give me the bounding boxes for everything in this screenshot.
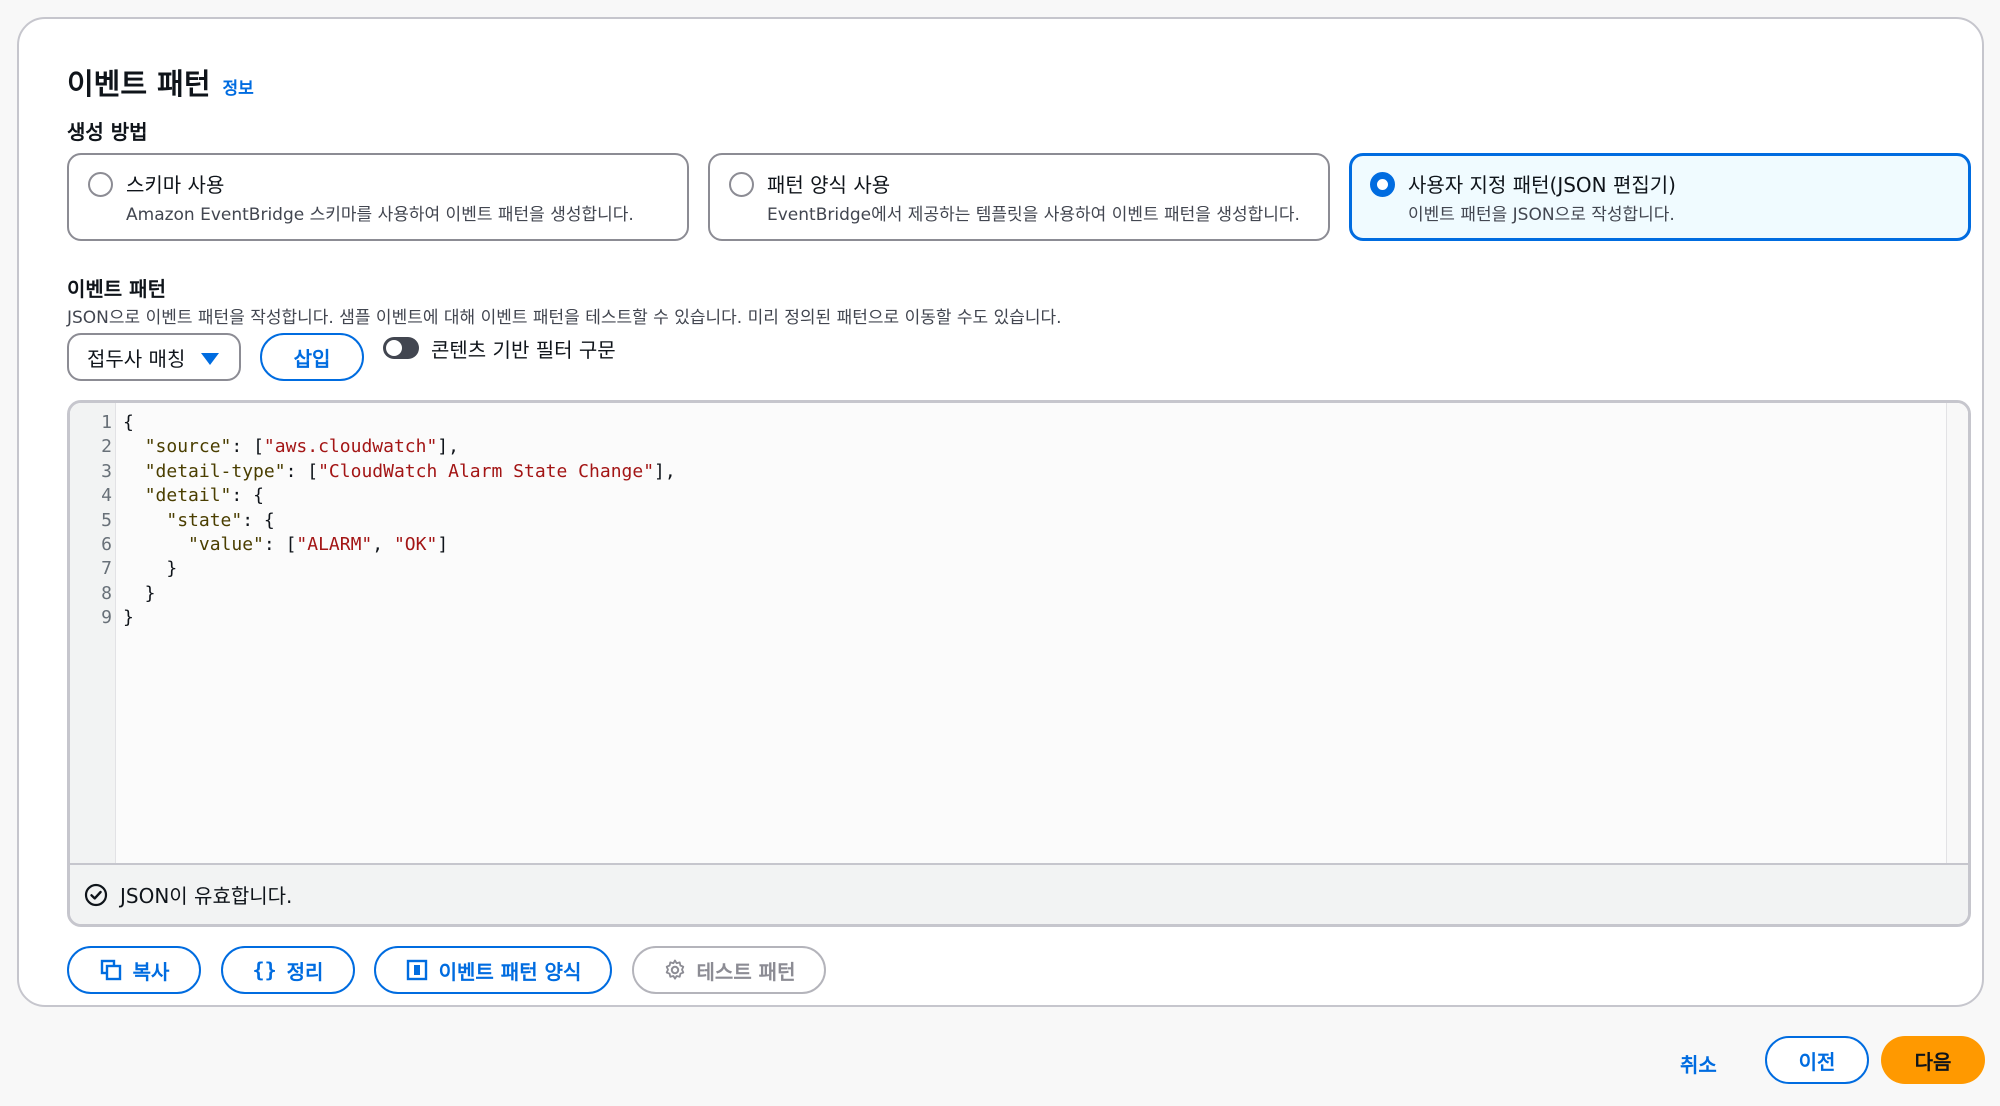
copy-button[interactable]: 복사 — [67, 946, 201, 994]
content-filter-toggle[interactable] — [383, 337, 419, 359]
event-pattern-description: JSON으로 이벤트 패턴을 작성합니다. 샘플 이벤트에 대해 이벤트 패턴을… — [67, 308, 1062, 328]
tile-custom-pattern[interactable]: 사용자 지정 패턴(JSON 편집기) 이벤트 패턴을 JSON으로 작성합니다… — [1349, 153, 1971, 241]
panel-header: 이벤트 패턴 정보 — [67, 61, 254, 103]
cancel-button[interactable]: 취소 — [1680, 1049, 1717, 1078]
line-gutter: 1 23 45 678 9 — [70, 403, 116, 863]
tile-custom-pattern-description: 이벤트 패턴을 JSON으로 작성합니다. — [1408, 205, 1675, 225]
dropdown-value: 접두사 매칭 — [87, 346, 186, 371]
radio-custom-pattern[interactable] — [1370, 172, 1395, 197]
json-string: "ALARM" — [296, 534, 373, 556]
creation-method-tiles: 스키마 사용 Amazon EventBridge 스키마를 사용하여 이벤트 … — [67, 153, 1971, 241]
pattern-form-button[interactable]: 이벤트 패턴 양식 — [374, 946, 612, 994]
tile-pattern-form[interactable]: 패턴 양식 사용 EventBridge에서 제공하는 템플릿을 사용하여 이벤… — [708, 153, 1330, 241]
copy-icon — [100, 959, 121, 981]
line-number: 1 — [101, 412, 112, 433]
form-icon — [406, 959, 427, 981]
json-editor: 1 23 45 678 9 { "source": ["aws.cloudwatch"]… — [67, 400, 1971, 927]
tile-custom-pattern-title: 사용자 지정 패턴(JSON 편집기) — [1408, 173, 1676, 197]
json-key: "source" — [144, 436, 232, 458]
code-line: "detail-type": ["CloudWatch Alarm State … — [144, 460, 676, 482]
caret-down-icon — [201, 353, 219, 365]
tile-pattern-form-description: EventBridge에서 제공하는 템플릿을 사용하여 이벤트 패턴을 생성합… — [767, 205, 1300, 225]
test-pattern-button[interactable]: 테스트 패턴 — [632, 946, 826, 994]
gear-icon — [665, 959, 684, 980]
match-type-dropdown[interactable]: 접두사 매칭 — [67, 333, 241, 381]
tile-schema[interactable]: 스키마 사용 Amazon EventBridge 스키마를 사용하여 이벤트 … — [67, 153, 689, 241]
line-number: 6 — [101, 534, 112, 556]
code-line: } — [123, 582, 156, 604]
code-content[interactable]: { "source": ["aws.cloudwatch"], "detail-… — [123, 411, 676, 631]
creation-method-label: 생성 방법 — [67, 120, 148, 144]
event-pattern-label: 이벤트 패턴 — [67, 277, 166, 301]
pattern-form-label: 이벤트 패턴 양식 — [438, 959, 582, 984]
code-line: } — [123, 607, 134, 629]
code-line: { — [123, 412, 134, 433]
line-numbers: 1 23 45 678 9 — [70, 411, 112, 631]
code-line: "source": ["aws.cloudwatch"], — [144, 436, 459, 458]
event-pattern-panel: 이벤트 패턴 정보 생성 방법 스키마 사용 Amazon EventBridg… — [17, 17, 1984, 1007]
json-key: "detail" — [144, 485, 232, 507]
line-number: 3 — [101, 460, 112, 482]
json-key: "detail-type" — [144, 460, 286, 482]
insert-button[interactable]: 삽입 — [260, 333, 364, 381]
toggle-label: 콘텐츠 기반 필터 구문 — [431, 338, 616, 362]
line-number: 4 — [101, 485, 112, 507]
braces-icon: {} — [252, 958, 277, 982]
check-circle-icon — [84, 883, 108, 906]
tile-schema-description: Amazon EventBridge 스키마를 사용하여 이벤트 패턴을 생성합… — [126, 205, 634, 225]
editor-scrollbar[interactable] — [1946, 403, 1968, 863]
json-string: "CloudWatch Alarm State Change" — [318, 460, 655, 482]
tile-schema-title: 스키마 사용 — [126, 173, 225, 197]
validation-status: JSON이 유효합니다. — [70, 863, 1968, 924]
json-string: "aws.cloudwatch" — [263, 436, 438, 458]
copy-label: 복사 — [132, 959, 170, 984]
code-line: "detail": { — [144, 485, 264, 507]
code-line: "state": { — [166, 509, 275, 531]
json-key: "state" — [166, 509, 243, 531]
line-number: 2 — [101, 436, 112, 458]
line-number: 7 — [101, 558, 112, 580]
code-area[interactable]: 1 23 45 678 9 { "source": ["aws.cloudwatch"]… — [70, 403, 1968, 863]
toggle-knob — [386, 340, 402, 356]
next-button[interactable]: 다음 — [1881, 1036, 1985, 1084]
format-label: 정리 — [286, 959, 324, 984]
test-pattern-label: 테스트 패턴 — [696, 959, 796, 984]
radio-schema[interactable] — [88, 172, 113, 197]
tile-pattern-form-title: 패턴 양식 사용 — [767, 173, 891, 197]
radio-pattern-form[interactable] — [729, 172, 754, 197]
line-number: 5 — [101, 509, 112, 531]
code-line: } — [123, 558, 178, 580]
json-key: "value" — [188, 534, 264, 556]
validation-text: JSON이 유효합니다. — [120, 884, 293, 908]
format-button[interactable]: {} 정리 — [221, 946, 355, 994]
line-number: 9 — [101, 607, 112, 629]
previous-button[interactable]: 이전 — [1765, 1036, 1869, 1084]
page-title: 이벤트 패턴 — [67, 67, 211, 101]
json-string: "OK" — [393, 534, 438, 556]
code-line: "value": ["ALARM", "OK"] — [188, 534, 449, 556]
line-number: 8 — [101, 582, 112, 604]
info-link[interactable]: 정보 — [223, 74, 254, 99]
